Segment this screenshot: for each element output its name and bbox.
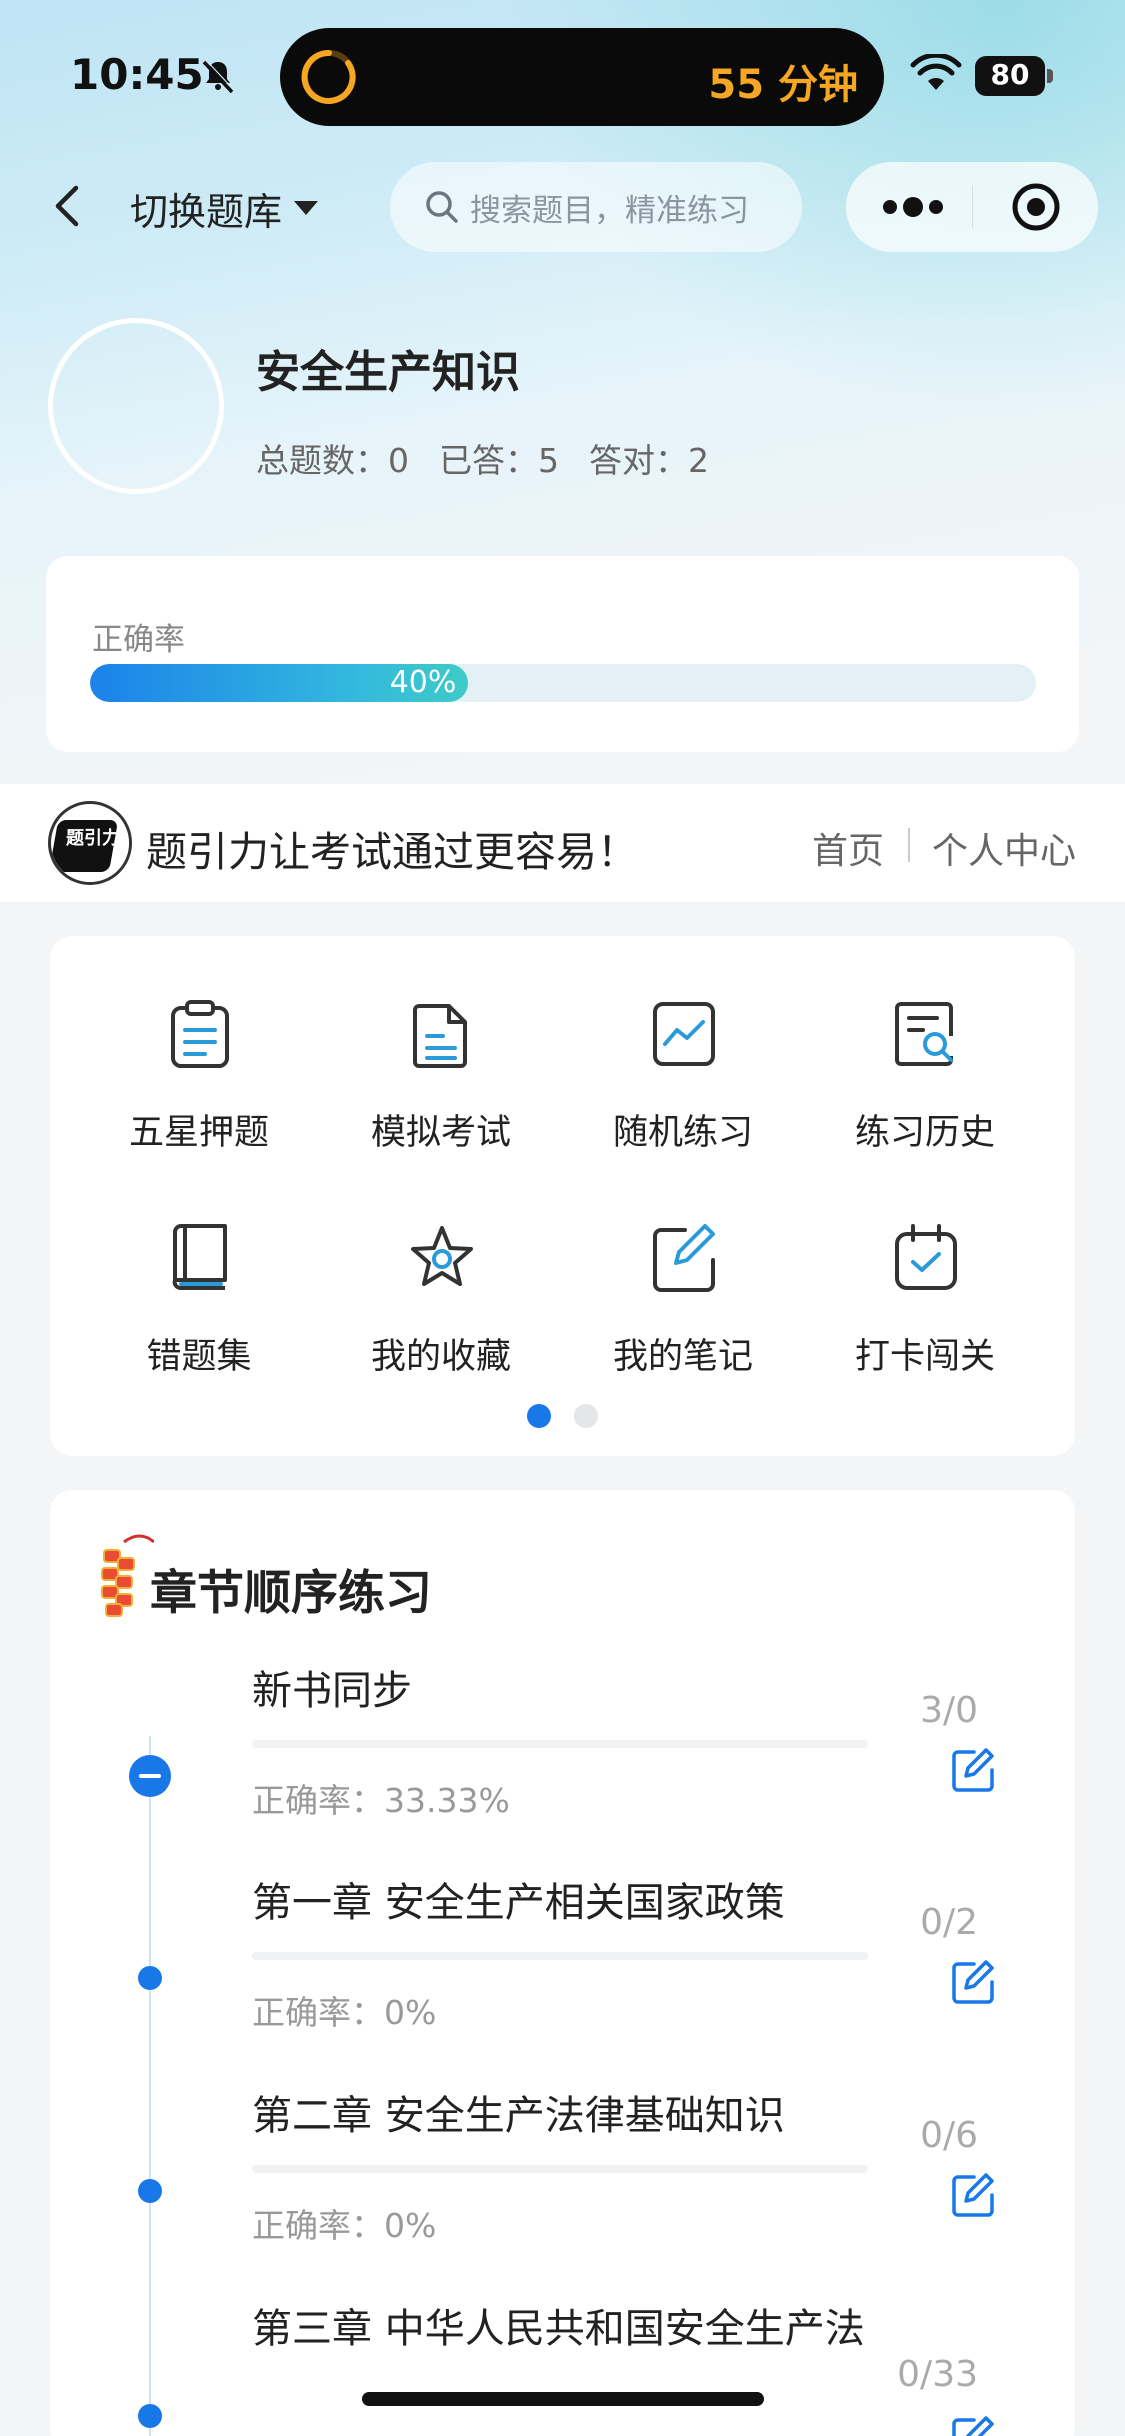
battery-cap bbox=[1047, 69, 1053, 83]
feature-grid-card: 五星押题 模拟考试 随机练习 练习历史 错题集 我的收藏 我的笔记 打卡闯关 bbox=[50, 936, 1075, 1456]
svg-text:题引力: 题引力 bbox=[66, 828, 120, 849]
firecracker-icon bbox=[101, 1534, 154, 1617]
document-icon bbox=[413, 1004, 467, 1068]
accuracy-card: 正确率 40% bbox=[46, 556, 1079, 752]
status-bar: 10:45 55 分钟 80 bbox=[0, 0, 1125, 150]
grid-label: 打卡闯关 bbox=[854, 1337, 995, 1377]
chapter-row[interactable]: 第三章 中华人民共和国安全生产法 0/33 bbox=[50, 2298, 1075, 2436]
edit-icon[interactable] bbox=[950, 1960, 996, 2006]
brand-logo-graphic: 题引力 bbox=[51, 806, 129, 882]
accuracy-progress-fill: 40% bbox=[90, 664, 469, 702]
edit-icon[interactable] bbox=[950, 2416, 996, 2436]
chapter-title: 第二章 安全生产法律基础知识 bbox=[252, 2093, 785, 2139]
page-dot[interactable] bbox=[574, 1404, 598, 1428]
back-arrow-icon[interactable] bbox=[48, 178, 88, 234]
grid-item-random-practice[interactable]: 随机练习 bbox=[573, 944, 793, 1153]
chapter-accuracy: 正确率：0% bbox=[252, 1993, 437, 2032]
chapter-node-dot bbox=[138, 2179, 162, 2203]
edit-icon[interactable] bbox=[950, 1748, 996, 1794]
chapter-heading: 章节顺序练习 bbox=[150, 1566, 432, 1621]
timer-ring-icon bbox=[301, 49, 356, 104]
close-miniprogram-icon[interactable] bbox=[1011, 182, 1061, 232]
bell-muted-icon bbox=[202, 59, 235, 94]
total-count: 总题数：0 bbox=[256, 441, 409, 480]
chapter-count: 0/2 bbox=[920, 1902, 978, 1943]
edit-icon[interactable] bbox=[950, 2173, 996, 2219]
brand-logo: 题引力 bbox=[48, 801, 132, 885]
chapter-practice-card: 章节顺序练习 新书同步 正确率：33.33% 3/0 第一章 安全生产相关国家政… bbox=[50, 1490, 1075, 2436]
timer-text: 55 分钟 bbox=[708, 62, 858, 108]
accuracy-label: 正确率 bbox=[92, 622, 185, 658]
home-link[interactable]: 首页 bbox=[812, 822, 884, 874]
grid-label: 我的收藏 bbox=[370, 1337, 511, 1377]
search-placeholder: 搜索题目，精准练习 bbox=[470, 192, 749, 229]
bank-stats: 总题数：0 已答：5 答对：2 bbox=[256, 434, 709, 482]
chapter-title: 第一章 安全生产相关国家政策 bbox=[252, 1880, 785, 1926]
chapter-progress-bar bbox=[252, 1952, 868, 1960]
caret-down-icon bbox=[294, 201, 319, 215]
grid-item-checkin[interactable]: 打卡闯关 bbox=[815, 1168, 1035, 1377]
edit-note-icon bbox=[653, 1224, 715, 1292]
accuracy-percent: 40% bbox=[389, 665, 457, 700]
search-input[interactable]: 搜索题目，精准练习 bbox=[390, 162, 802, 252]
miniprogram-capsule bbox=[846, 162, 1098, 252]
chapter-count: 3/0 bbox=[920, 1690, 978, 1731]
search-icon bbox=[426, 191, 458, 223]
chapter-accuracy: 正确率：33.33% bbox=[252, 1781, 510, 1820]
more-dots-icon[interactable] bbox=[878, 188, 948, 226]
slogan-bar: 题引力 题引力让考试通过更容易！ 首页 个人中心 bbox=[0, 784, 1125, 902]
status-time: 10:45 bbox=[70, 50, 204, 99]
home-indicator bbox=[362, 2392, 764, 2406]
answered-count: 已答：5 bbox=[439, 441, 559, 480]
chapter-progress-bar bbox=[252, 2165, 868, 2173]
grid-label: 五星押题 bbox=[128, 1113, 269, 1153]
grid-item-five-star[interactable]: 五星押题 bbox=[89, 944, 309, 1153]
grid-item-wrong-set[interactable]: 错题集 bbox=[89, 1168, 309, 1377]
chapter-node-dot bbox=[138, 2404, 162, 2428]
grid-label: 随机练习 bbox=[612, 1113, 753, 1153]
slogan-text: 题引力让考试通过更容易！ bbox=[146, 828, 638, 876]
correct-count: 答对：2 bbox=[589, 441, 709, 480]
grid-label: 练习历史 bbox=[854, 1113, 995, 1153]
grid-item-mock-exam[interactable]: 模拟考试 bbox=[331, 944, 551, 1153]
chapter-accuracy: 正确率：0% bbox=[252, 2206, 437, 2245]
page-dot-active[interactable] bbox=[527, 1404, 551, 1428]
chapter-node-dot bbox=[138, 1966, 162, 1990]
capsule-divider bbox=[972, 186, 973, 228]
wifi-icon bbox=[910, 54, 962, 90]
bank-avatar bbox=[48, 318, 224, 494]
clipboard-icon bbox=[171, 1000, 229, 1068]
chapter-count: 0/33 bbox=[897, 2354, 978, 2395]
grid-item-notes[interactable]: 我的笔记 bbox=[573, 1168, 793, 1377]
chapter-count: 0/6 bbox=[920, 2115, 978, 2156]
grid-label: 模拟考试 bbox=[370, 1113, 511, 1153]
grid-label: 我的笔记 bbox=[612, 1337, 753, 1377]
grid-label: 错题集 bbox=[146, 1337, 252, 1377]
chapter-progress-bar bbox=[252, 1740, 868, 1748]
chapter-title: 第三章 中华人民共和国安全生产法 bbox=[252, 2306, 865, 2352]
grid-item-favorites[interactable]: 我的收藏 bbox=[331, 1168, 551, 1377]
book-icon bbox=[172, 1224, 227, 1290]
star-icon bbox=[411, 1226, 473, 1286]
chapter-title: 新书同步 bbox=[252, 1668, 412, 1714]
chapter-row[interactable]: 第一章 安全生产相关国家政策 正确率：0% 0/2 bbox=[50, 1872, 1075, 2072]
calendar-check-icon bbox=[895, 1224, 957, 1290]
nav-divider bbox=[908, 828, 910, 862]
chapter-row[interactable]: 新书同步 正确率：33.33% 3/0 bbox=[50, 1660, 1075, 1860]
collapse-node-icon[interactable] bbox=[129, 1755, 171, 1797]
battery-indicator: 80 bbox=[975, 56, 1053, 96]
dynamic-island[interactable]: 55 分钟 bbox=[280, 28, 884, 126]
chart-icon bbox=[653, 1002, 715, 1066]
search-document-icon bbox=[895, 1002, 953, 1066]
accuracy-progress-track: 40% bbox=[90, 664, 1036, 702]
grid-item-history[interactable]: 练习历史 bbox=[815, 944, 1035, 1153]
personal-center-link[interactable]: 个人中心 bbox=[932, 822, 1076, 874]
switch-bank-dropdown[interactable]: 切换题库 bbox=[130, 180, 320, 236]
switch-bank-label: 切换题库 bbox=[130, 189, 283, 234]
bank-title: 安全生产知识 bbox=[256, 347, 520, 398]
chapter-row[interactable]: 第二章 安全生产法律基础知识 正确率：0% 0/6 bbox=[50, 2085, 1075, 2285]
battery-level: 80 bbox=[990, 58, 1030, 91]
